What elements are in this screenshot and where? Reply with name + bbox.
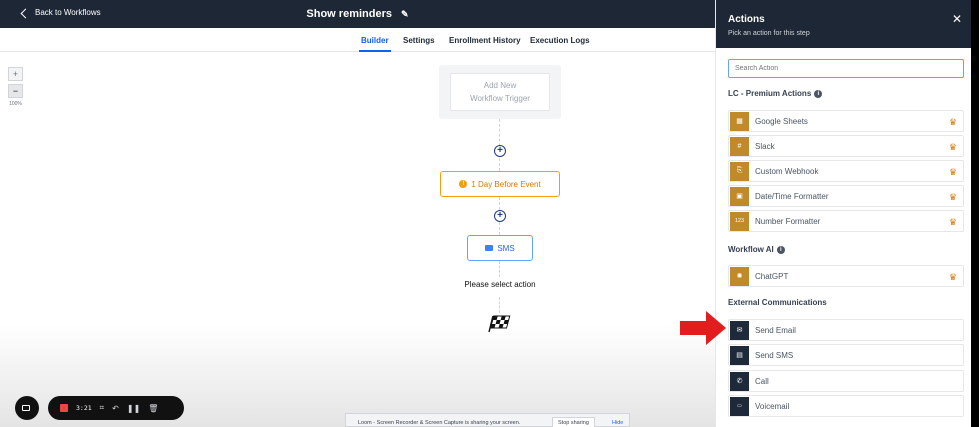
- phone-icon: ✆: [730, 371, 749, 391]
- action-item-label: Date/Time Formatter: [755, 191, 829, 201]
- camera-icon: [22, 405, 30, 411]
- crown-icon: ♛: [948, 192, 957, 202]
- workflow-title-text: Show reminders: [306, 8, 392, 20]
- tab-execution-logs[interactable]: Execution Logs: [530, 36, 590, 45]
- recording-time: 3:21: [76, 404, 92, 412]
- section-title-text: LC - Premium Actions: [728, 89, 812, 98]
- action-item-chatgpt[interactable]: ✺ ChatGPT ♛: [728, 265, 964, 287]
- trigger-container: Add New Workflow Trigger: [439, 65, 561, 119]
- trash-icon[interactable]: 🗑: [148, 404, 158, 413]
- crown-icon: ♛: [948, 142, 957, 152]
- share-notice-text: Loom - Screen Recorder & Screen Capture …: [358, 420, 521, 426]
- panel-title: Actions: [728, 14, 765, 25]
- calendar-icon: ▣: [730, 186, 749, 206]
- slack-icon: #: [730, 136, 749, 156]
- section-title-external-communications: External Communications: [728, 298, 827, 307]
- undo-icon[interactable]: ↶: [112, 404, 119, 413]
- builder-tabs: Builder Settings Enrollment History Exec…: [0, 28, 715, 52]
- action-item-label: Send SMS: [755, 350, 794, 360]
- sheets-icon: ▦: [730, 111, 749, 131]
- info-icon[interactable]: i: [814, 89, 823, 98]
- action-item-google-sheets[interactable]: ▦ Google Sheets ♛: [728, 110, 964, 132]
- trigger-label-line1: Add New: [483, 81, 517, 90]
- tab-settings[interactable]: Settings: [403, 36, 435, 45]
- clock-icon: !: [459, 180, 468, 188]
- close-icon[interactable]: ✕: [952, 12, 962, 26]
- action-item-label: Voicemail: [755, 401, 790, 411]
- stop-sharing-button[interactable]: Stop sharing: [552, 417, 595, 427]
- recorder-controls: 3:21 ⌗ ↶ ❚❚ 🗑: [48, 396, 184, 420]
- action-item-send-sms[interactable]: ▤ Send SMS: [728, 344, 964, 366]
- email-icon: ✉: [730, 320, 749, 340]
- action-item-label: Number Formatter: [755, 216, 821, 226]
- search-action-input[interactable]: [728, 59, 964, 78]
- action-item-send-email[interactable]: ✉ Send Email: [728, 319, 964, 341]
- sms-icon: ▤: [730, 345, 749, 365]
- connector-line: [499, 297, 500, 313]
- section-title-text: Workflow AI: [728, 245, 774, 254]
- section-title-workflow-ai: Workflow AI i: [728, 245, 785, 254]
- action-item-label: Custom Webhook: [755, 166, 819, 176]
- action-item-custom-webhook[interactable]: ⎘ Custom Webhook ♛: [728, 160, 964, 182]
- add-trigger-button[interactable]: Add New Workflow Trigger: [450, 73, 550, 111]
- screen-share-notice: Loom - Screen Recorder & Screen Capture …: [345, 413, 630, 427]
- action-item-label: Slack: [755, 141, 775, 151]
- action-item-label: ChatGPT: [755, 271, 789, 281]
- sms-step-label: SMS: [497, 243, 515, 253]
- info-icon[interactable]: i: [776, 245, 785, 254]
- action-item-label: Send Email: [755, 325, 796, 335]
- crown-icon: ♛: [948, 272, 957, 282]
- message-icon: [485, 245, 494, 251]
- wait-step-node[interactable]: ! 1 Day Before Event: [440, 171, 560, 197]
- workflow-header: Back to Workflows Show reminders ✎: [0, 0, 715, 28]
- chatgpt-icon: ✺: [730, 266, 749, 286]
- section-title-text: External Communications: [728, 298, 827, 307]
- crown-icon: ♛: [948, 167, 957, 177]
- crown-icon: ♛: [948, 117, 957, 127]
- tab-enrollment-history[interactable]: Enrollment History: [449, 36, 521, 45]
- trigger-label-line2: Workflow Trigger: [470, 94, 530, 103]
- number-icon: 123: [730, 211, 749, 231]
- workflow-title: Show reminders ✎: [0, 8, 715, 20]
- section-title-premium: LC - Premium Actions i: [728, 89, 823, 98]
- voicemail-icon: ▭: [730, 396, 749, 416]
- camera-toggle-button[interactable]: [15, 396, 39, 420]
- action-item-slack[interactable]: # Slack ♛: [728, 135, 964, 157]
- sms-step-node[interactable]: SMS: [467, 235, 533, 261]
- actions-panel-header: Actions Pick an action for this step ✕: [716, 0, 972, 48]
- tab-builder[interactable]: Builder: [359, 36, 391, 52]
- wait-step-label: 1 Day Before Event: [471, 179, 541, 189]
- add-step-plus-icon[interactable]: +: [494, 145, 506, 157]
- panel-subtitle: Pick an action for this step: [728, 30, 810, 37]
- crown-icon: ♛: [948, 217, 957, 227]
- red-arrow-icon: [680, 311, 726, 345]
- grid-icon[interactable]: ⌗: [100, 403, 105, 413]
- select-action-placeholder[interactable]: Please select action: [440, 280, 560, 289]
- actions-panel: Actions Pick an action for this step ✕ L…: [715, 0, 972, 427]
- hide-notice-link[interactable]: Hide: [612, 420, 623, 426]
- action-item-number-formatter[interactable]: 123 Number Formatter ♛: [728, 210, 964, 232]
- webhook-icon: ⎘: [730, 161, 749, 181]
- action-item-datetime-formatter[interactable]: ▣ Date/Time Formatter ♛: [728, 185, 964, 207]
- scrollbar[interactable]: [971, 0, 979, 427]
- action-item-label: Call: [755, 376, 769, 386]
- stop-recording-icon[interactable]: [60, 404, 68, 412]
- app-frame: Back to Workflows Show reminders ✎ Build…: [0, 0, 979, 427]
- pause-icon[interactable]: ❚❚: [127, 404, 140, 413]
- connector-line: [499, 261, 500, 277]
- action-item-call[interactable]: ✆ Call: [728, 370, 964, 392]
- action-item-voicemail[interactable]: ▭ Voicemail: [728, 395, 964, 417]
- pencil-icon[interactable]: ✎: [401, 9, 409, 20]
- action-item-label: Google Sheets: [755, 116, 808, 126]
- add-step-plus-icon[interactable]: +: [494, 210, 506, 222]
